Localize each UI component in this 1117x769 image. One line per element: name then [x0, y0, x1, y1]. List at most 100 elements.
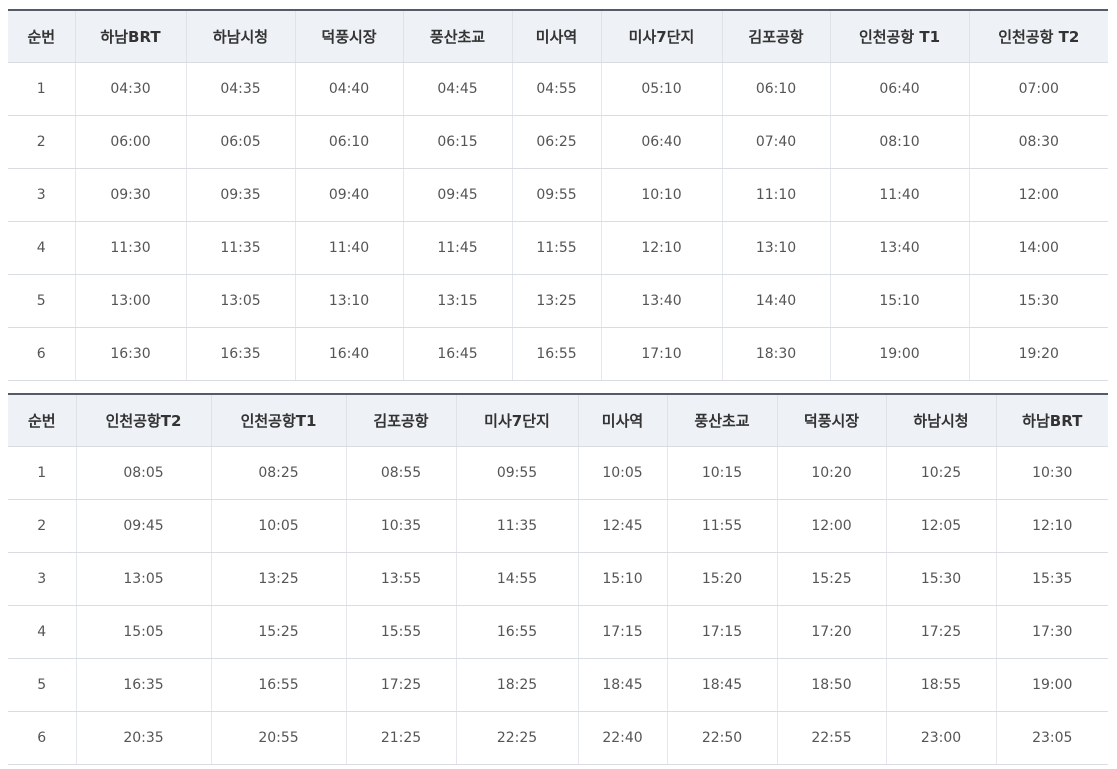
time-cell: 13:05 [185, 274, 295, 328]
time-cell: 16:55 [210, 658, 346, 712]
time-cell: 04:55 [511, 62, 601, 116]
time-cell: 06:00 [74, 115, 186, 169]
seq-cell: 1 [8, 62, 75, 116]
timetable-inbound: 순번 인천공항T2 인천공항T1 김포공항 미사7단지 미사역 풍산초교 덕풍시… [8, 393, 1108, 765]
timetable-outbound: 순번 하남BRT 하남시청 덕풍시장 풍산초교 미사역 미사7단지 김포공항 인… [8, 9, 1108, 381]
table-row: 6 16:30 16:35 16:40 16:45 16:55 17:10 18… [8, 327, 1108, 381]
time-cell: 04:45 [402, 62, 512, 116]
time-cell: 19:00 [829, 327, 969, 381]
time-cell: 08:55 [345, 446, 456, 500]
time-cell: 10:10 [600, 168, 722, 222]
time-cell: 18:30 [721, 327, 830, 381]
time-cell: 09:30 [74, 168, 186, 222]
time-cell: 11:55 [666, 499, 777, 553]
time-cell: 10:15 [666, 446, 777, 500]
time-cell: 15:55 [345, 605, 456, 659]
header-cell-stop: 하남시청 [185, 10, 295, 63]
header-cell-stop: 인천공항T1 [210, 394, 346, 447]
seq-cell: 3 [8, 552, 76, 606]
time-cell: 09:40 [294, 168, 403, 222]
time-cell: 16:35 [185, 327, 295, 381]
time-cell: 04:30 [74, 62, 186, 116]
header-row: 순번 인천공항T2 인천공항T1 김포공항 미사7단지 미사역 풍산초교 덕풍시… [8, 394, 1108, 447]
time-cell: 13:15 [402, 274, 512, 328]
time-cell: 17:10 [600, 327, 722, 381]
time-cell: 15:30 [968, 274, 1108, 328]
time-cell: 13:10 [721, 221, 830, 275]
time-cell: 18:25 [455, 658, 578, 712]
time-cell: 21:25 [345, 711, 456, 765]
seq-cell: 6 [8, 711, 76, 765]
header-cell-stop: 풍산초교 [666, 394, 777, 447]
time-cell: 16:30 [74, 327, 186, 381]
time-cell: 18:45 [666, 658, 777, 712]
time-cell: 17:30 [995, 605, 1108, 659]
seq-cell: 2 [8, 499, 76, 553]
time-cell: 16:35 [75, 658, 211, 712]
time-cell: 10:05 [577, 446, 667, 500]
time-cell: 20:35 [75, 711, 211, 765]
header-cell-stop: 덕풍시장 [776, 394, 886, 447]
time-cell: 18:55 [885, 658, 996, 712]
time-cell: 19:20 [968, 327, 1108, 381]
seq-cell: 6 [8, 327, 75, 381]
time-cell: 20:55 [210, 711, 346, 765]
time-cell: 12:45 [577, 499, 667, 553]
header-row: 순번 하남BRT 하남시청 덕풍시장 풍산초교 미사역 미사7단지 김포공항 인… [8, 10, 1108, 63]
seq-cell: 4 [8, 605, 76, 659]
time-cell: 06:05 [185, 115, 295, 169]
header-cell-stop: 풍산초교 [402, 10, 512, 63]
time-cell: 07:40 [721, 115, 830, 169]
header-cell-stop: 미사역 [577, 394, 667, 447]
time-cell: 23:00 [885, 711, 996, 765]
header-cell-seq: 순번 [8, 394, 76, 447]
time-cell: 15:25 [776, 552, 886, 606]
table-row: 2 09:45 10:05 10:35 11:35 12:45 11:55 12… [8, 499, 1108, 553]
time-cell: 16:40 [294, 327, 403, 381]
time-cell: 07:00 [968, 62, 1108, 116]
table-row: 6 20:35 20:55 21:25 22:25 22:40 22:50 22… [8, 711, 1108, 765]
time-cell: 11:35 [185, 221, 295, 275]
time-cell: 10:35 [345, 499, 456, 553]
table-row: 5 16:35 16:55 17:25 18:25 18:45 18:45 18… [8, 658, 1108, 712]
time-cell: 04:35 [185, 62, 295, 116]
header-cell-stop: 하남BRT [74, 10, 186, 63]
header-cell-stop: 김포공항 [721, 10, 830, 63]
time-cell: 09:35 [185, 168, 295, 222]
time-cell: 10:20 [776, 446, 886, 500]
header-cell-stop: 미사7단지 [455, 394, 578, 447]
time-cell: 17:25 [885, 605, 996, 659]
time-cell: 15:20 [666, 552, 777, 606]
time-cell: 12:10 [995, 499, 1108, 553]
time-cell: 12:10 [600, 221, 722, 275]
time-cell: 13:05 [75, 552, 211, 606]
time-cell: 11:30 [74, 221, 186, 275]
time-cell: 17:15 [577, 605, 667, 659]
time-cell: 12:05 [885, 499, 996, 553]
header-cell-stop: 하남시청 [885, 394, 996, 447]
time-cell: 18:50 [776, 658, 886, 712]
time-cell: 18:45 [577, 658, 667, 712]
table-row: 3 09:30 09:35 09:40 09:45 09:55 10:10 11… [8, 168, 1108, 222]
time-cell: 15:35 [995, 552, 1108, 606]
seq-cell: 3 [8, 168, 75, 222]
time-cell: 06:25 [511, 115, 601, 169]
time-cell: 13:55 [345, 552, 456, 606]
time-cell: 16:55 [511, 327, 601, 381]
time-cell: 04:40 [294, 62, 403, 116]
time-cell: 23:05 [995, 711, 1108, 765]
table-row: 1 08:05 08:25 08:55 09:55 10:05 10:15 10… [8, 446, 1108, 500]
table-row: 4 15:05 15:25 15:55 16:55 17:15 17:15 17… [8, 605, 1108, 659]
header-cell-seq: 순번 [8, 10, 75, 63]
header-cell-stop: 하남BRT [995, 394, 1108, 447]
time-cell: 09:55 [511, 168, 601, 222]
header-cell-stop: 미사7단지 [600, 10, 722, 63]
time-cell: 14:00 [968, 221, 1108, 275]
table-row: 2 06:00 06:05 06:10 06:15 06:25 06:40 07… [8, 115, 1108, 169]
header-cell-stop: 덕풍시장 [294, 10, 403, 63]
time-cell: 11:35 [455, 499, 578, 553]
time-cell: 22:50 [666, 711, 777, 765]
time-cell: 08:30 [968, 115, 1108, 169]
time-cell: 06:10 [721, 62, 830, 116]
time-cell: 17:20 [776, 605, 886, 659]
